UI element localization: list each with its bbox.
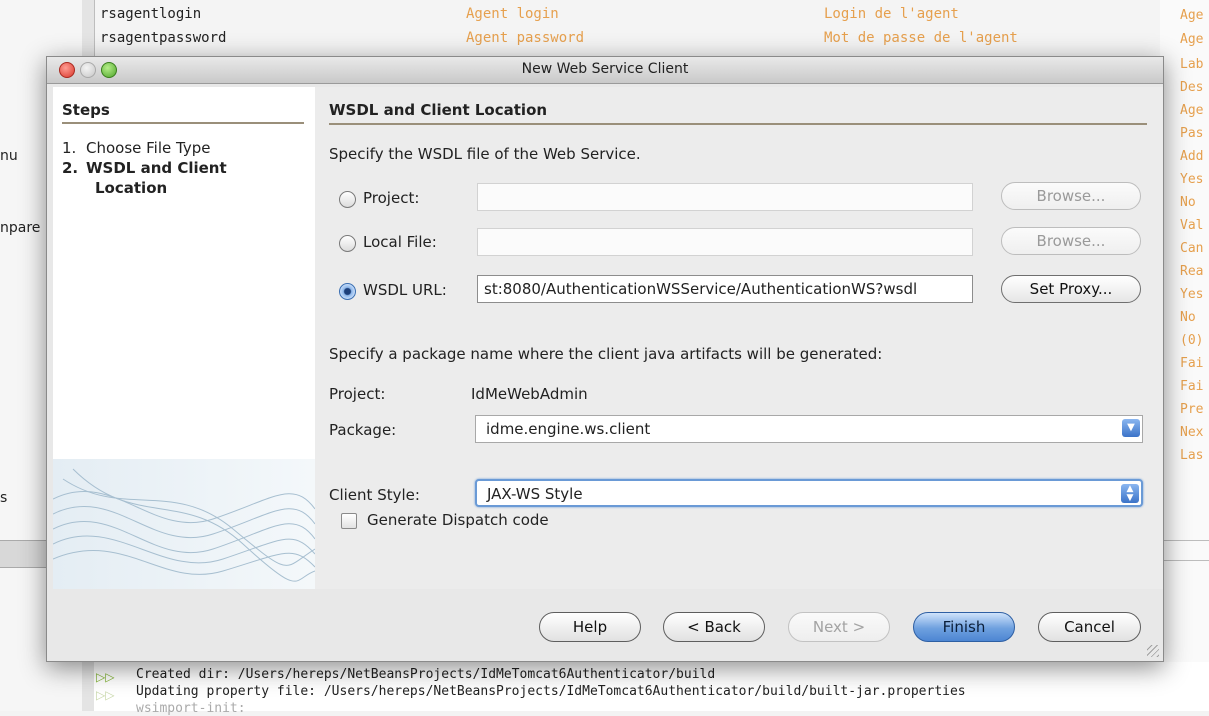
new-web-service-client-dialog: New Web Service Client Steps 1. Choose Fi… [46,56,1164,662]
wizard-content: WSDL and Client Location Specify the WSD… [315,87,1163,589]
bg-right-item: Pre [1180,402,1204,417]
set-proxy-button[interactable]: Set Proxy... [1001,275,1141,303]
output-line: wsimport-init: [136,701,246,716]
bg-key-row: rsagentpassword [100,30,227,46]
decorative-waves-graphic [53,459,315,589]
wsdl-prompt: Specify the WSDL file of the Web Service… [329,145,641,163]
bg-right-item: Age [1180,8,1204,23]
bg-value-fr: Mot de passe de l'agent [824,30,1018,46]
bg-divider [1160,560,1209,561]
project-row-label: Project: [329,385,386,403]
help-button[interactable]: Help [539,612,641,642]
run-icon: ▷▷ [96,688,115,702]
step-label: Choose File Type [86,139,211,157]
bg-right-item: No [1180,310,1196,325]
client-style-select[interactable]: JAX-WS Style ▲ ▼ [475,479,1143,507]
package-prompt: Specify a package name where the client … [329,345,883,363]
dialog-title: New Web Service Client [521,61,689,77]
bg-right-item: Pas [1180,126,1204,141]
wsdl-url-radio[interactable] [339,283,356,300]
local-file-field[interactable] [477,228,973,256]
bg-left-fragment: npare [0,220,41,236]
step-label: WSDL and Client [86,159,227,177]
generate-dispatch-label: Generate Dispatch code [367,511,549,529]
bg-right-item: Add [1180,149,1204,164]
project-field[interactable] [477,183,973,211]
bg-panel-divider [0,540,50,568]
local-file-radio[interactable] [339,235,356,252]
finish-button[interactable]: Finish [913,612,1015,642]
bg-right-item: Val [1180,218,1204,233]
dropdown-arrow-icon[interactable]: ▼ [1122,419,1140,437]
bg-left-fragment: s [0,490,8,506]
next-button[interactable]: Next > [788,612,890,642]
bg-right-item: Las [1180,448,1204,463]
bg-right-item: Lab [1180,57,1204,72]
project-radio[interactable] [339,191,356,208]
resize-grip[interactable] [1147,645,1159,657]
cancel-button[interactable]: Cancel [1038,612,1141,642]
wsdl-url-radio-label: WSDL URL: [363,281,447,299]
project-radio-label: Project: [363,189,420,207]
back-button[interactable]: < Back [663,612,765,642]
step-number: 1. [62,139,77,157]
package-row-label: Package: [329,421,397,439]
bg-right-item: Age [1180,103,1204,118]
project-name-value: IdMeWebAdmin [471,385,588,403]
step-number: 2. [62,159,79,177]
updown-arrows-icon[interactable]: ▲ ▼ [1121,484,1139,503]
step-label-continued: Location [95,179,168,197]
output-line: Updating property file: /Users/hereps/Ne… [136,684,966,699]
local-file-radio-label: Local File: [363,233,437,251]
bg-value-fr: Login de l'agent [824,6,959,22]
bg-value-en: Agent password [466,30,585,46]
steps-heading: Steps [62,101,110,119]
steps-divider [62,122,304,124]
bg-divider [1160,540,1209,541]
project-browse-button[interactable]: Browse... [1001,182,1141,210]
step-item: 1. Choose File Type [62,139,210,157]
section-divider [329,123,1147,125]
bg-key-row: rsagentlogin [100,6,202,22]
package-combobox[interactable]: idme.engine.ws.client ▼ [475,415,1143,443]
bg-right-item: Rea [1180,264,1204,279]
bg-right-item: Des [1180,80,1204,95]
bg-right-item: Fai [1180,356,1204,371]
dialog-titlebar[interactable]: New Web Service Client [47,57,1163,84]
bg-right-item: Can [1180,241,1204,256]
bg-right-item: Yes [1180,287,1204,302]
generate-dispatch-checkbox[interactable] [341,513,357,529]
wsdl-url-field[interactable]: st:8080/AuthenticationWSService/Authenti… [477,275,973,303]
bg-right-item: Age [1180,32,1204,47]
run-icon: ▷▷ [96,670,115,684]
bg-right-item: Nex [1180,425,1204,440]
client-style-label: Client Style: [329,486,420,504]
bg-value-en: Agent login [466,6,559,22]
local-file-browse-button[interactable]: Browse... [1001,227,1141,255]
bg-right-item: Fai [1180,379,1204,394]
steps-pane: Steps 1. Choose File Type 2. WSDL and Clie… [53,87,315,589]
bg-left-fragment: nu [0,148,18,164]
bg-right-item: (0) [1180,333,1204,348]
step-item-current: 2. WSDL and Client [62,159,227,177]
output-line: Created dir: /Users/hereps/NetBeansProje… [136,667,716,682]
package-combobox-value: idme.engine.ws.client [486,420,651,438]
client-style-value: JAX-WS Style [487,485,583,503]
bg-right-item: Yes [1180,172,1204,187]
bg-right-item: No [1180,195,1196,210]
section-title: WSDL and Client Location [329,101,548,119]
